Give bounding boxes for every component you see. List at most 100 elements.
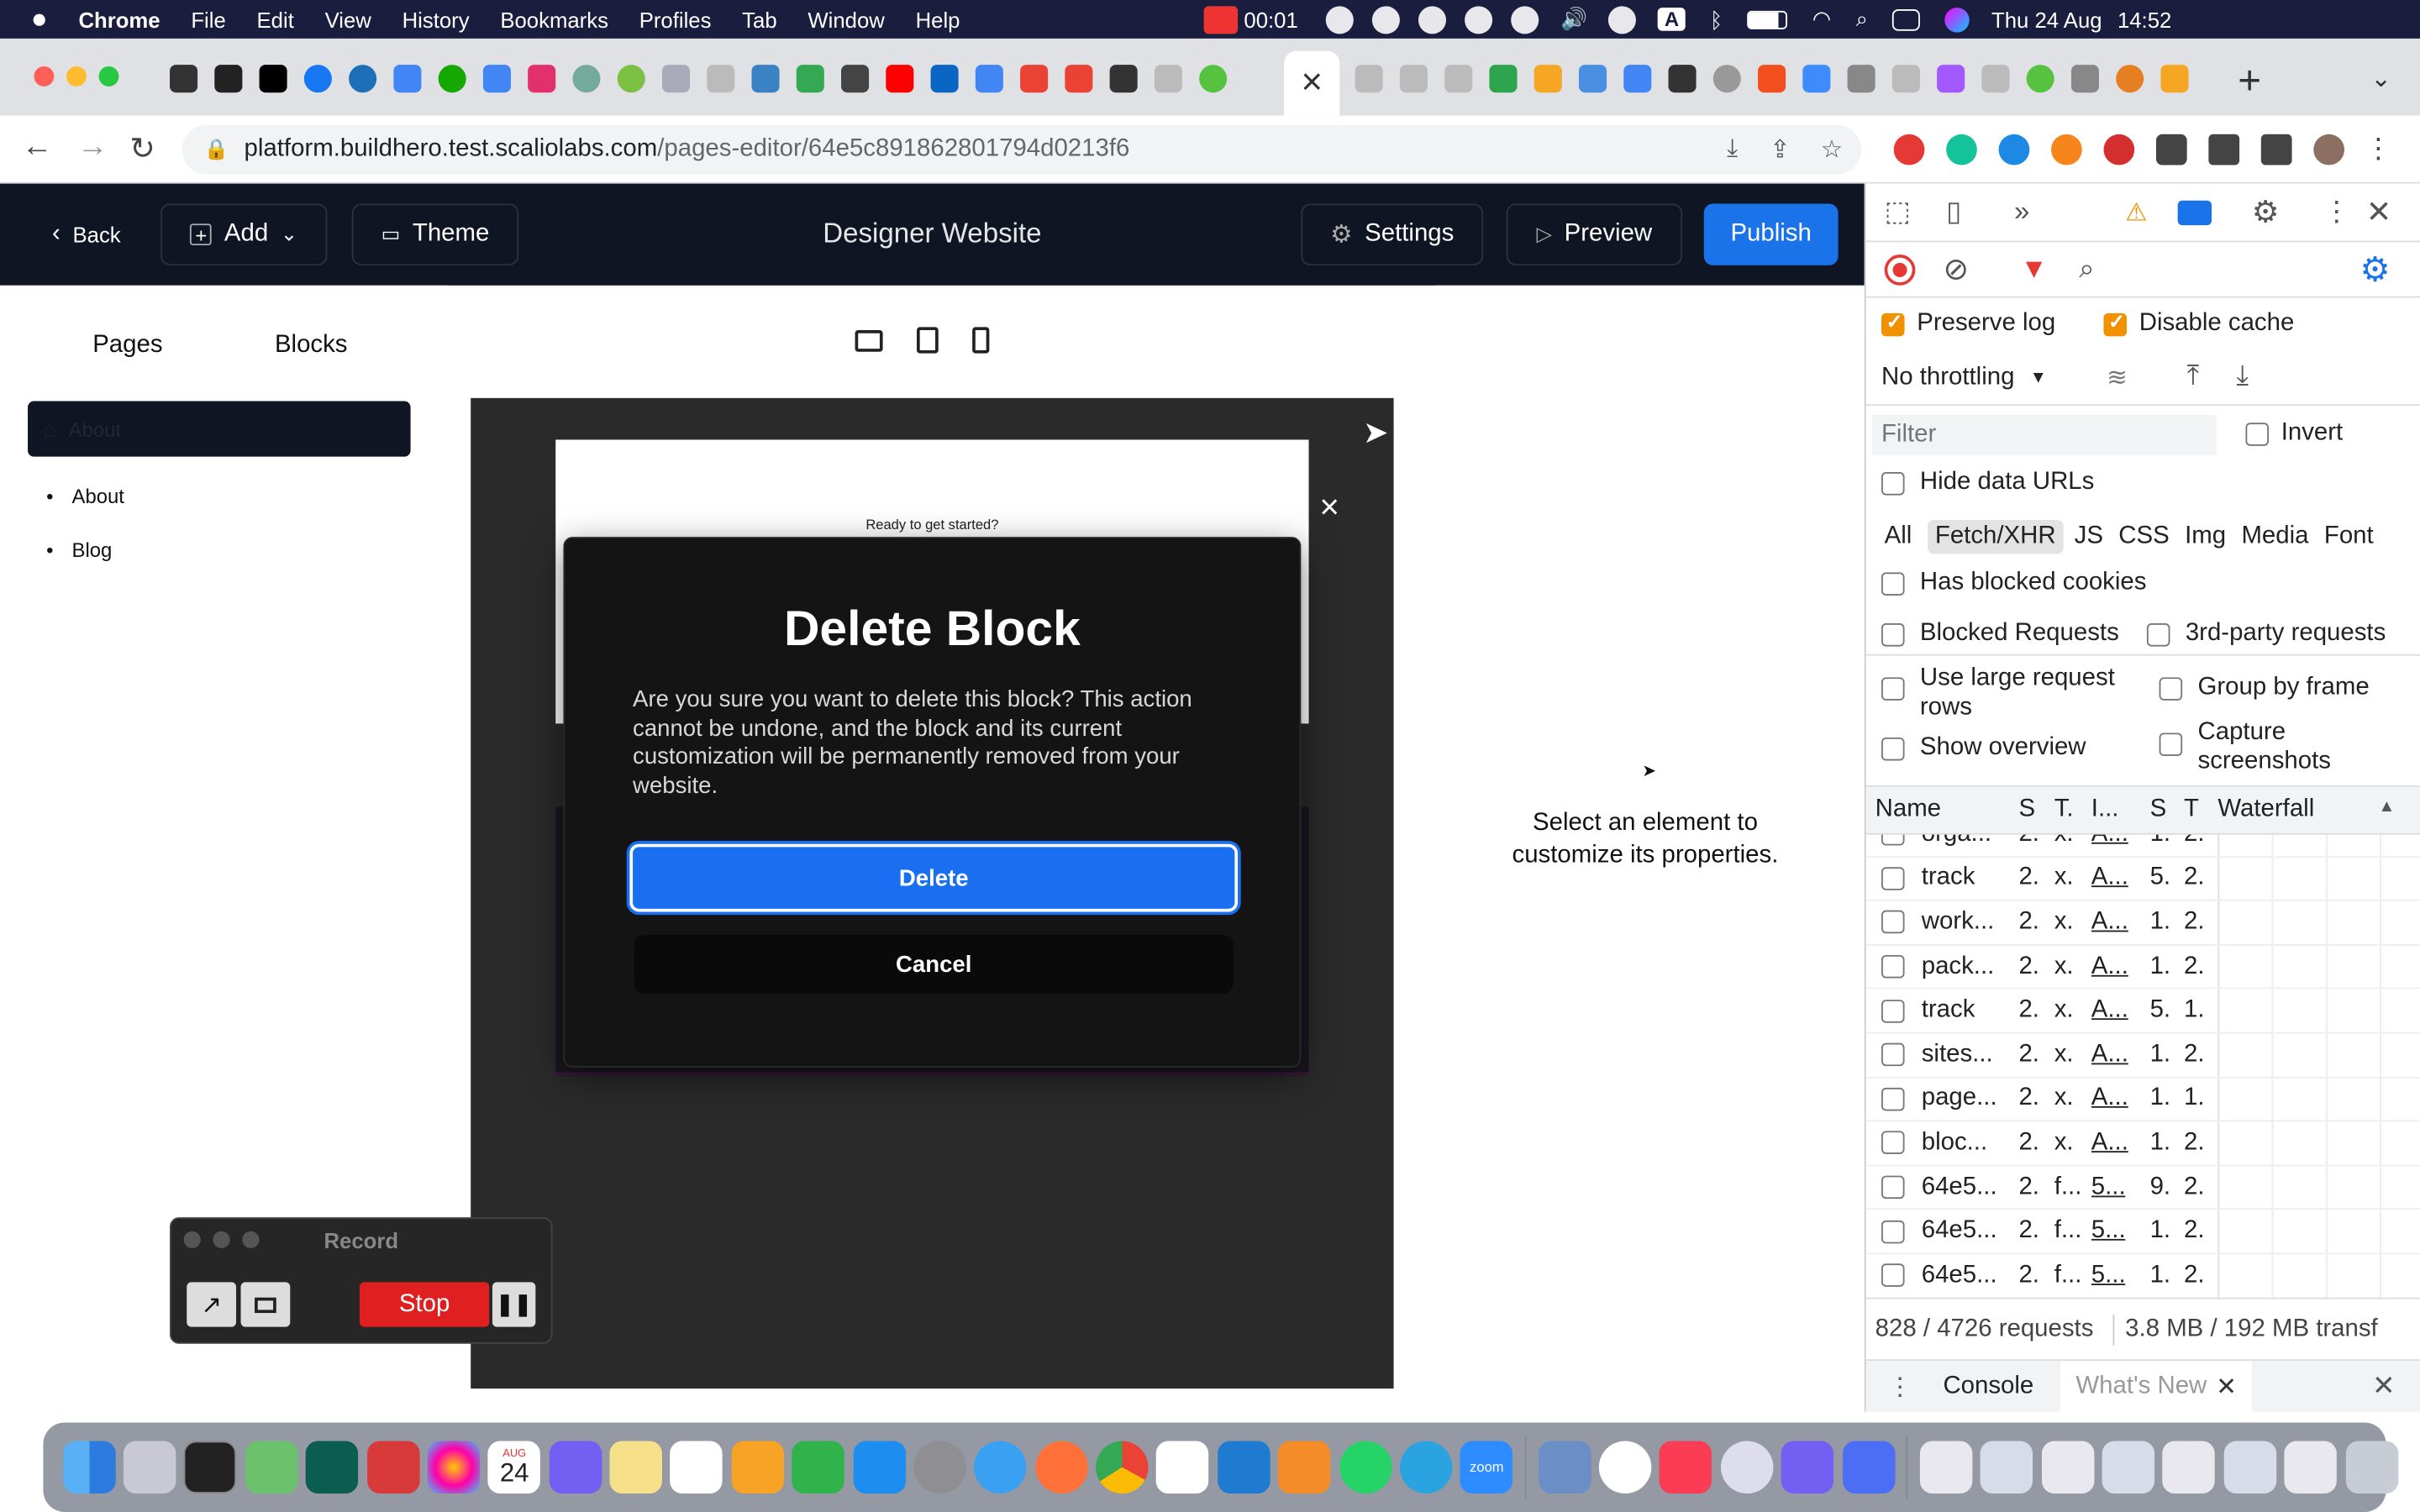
menu-edit[interactable]: Edit — [241, 7, 309, 31]
drawer-tab-close-icon[interactable]: ✕ — [2216, 1372, 2237, 1403]
photos-icon[interactable] — [427, 1441, 481, 1494]
tab-triangle-icon[interactable] — [706, 65, 734, 93]
menu-file[interactable]: File — [176, 7, 241, 31]
trash-icon[interactable] — [2345, 1441, 2398, 1494]
tab-gmail-icon[interactable] — [1019, 65, 1048, 93]
tab-pc-icon[interactable] — [1846, 65, 1875, 93]
row-checkbox[interactable] — [1881, 866, 1905, 890]
share-icon[interactable]: ⇪ — [1770, 134, 1791, 165]
menubar-date[interactable]: Thu 24 Aug — [1991, 7, 2102, 31]
device-toolbar-icon[interactable]: ▯ — [1946, 196, 1961, 228]
tab-figma-icon[interactable] — [1757, 65, 1786, 93]
disable-cache-option[interactable]: Disable cache — [2103, 309, 2294, 338]
slack-icon[interactable] — [1156, 1441, 1209, 1494]
row-checkbox[interactable] — [1881, 911, 1905, 935]
network-row[interactable]: sites... 2. x. A... 1. 2. — [1865, 1033, 2420, 1078]
capture-screenshots-checkbox[interactable] — [2159, 732, 2183, 757]
active-tab[interactable]: × — [1284, 50, 1340, 116]
recent-doc-icon-5[interactable] — [2163, 1441, 2216, 1494]
screen-sharing-icon[interactable] — [1538, 1441, 1591, 1494]
disable-cache-checkbox[interactable] — [2103, 309, 2128, 336]
network-row[interactable]: track 2. x. A... 5. 2. — [1865, 857, 2420, 901]
recent-doc-icon-6[interactable] — [2223, 1441, 2276, 1494]
back-button[interactable]: ‹ Back — [22, 203, 151, 265]
type-filter-fetch-xhr[interactable]: Fetch/XHR — [1927, 519, 2064, 554]
network-row[interactable]: orga... 2. x. A... 1. 2. — [1865, 834, 2420, 858]
col-size[interactable]: S — [2150, 796, 2167, 824]
network-row[interactable]: 64e5... 2. f... 5... 1. 2. — [1865, 1254, 2420, 1298]
publish-button[interactable]: Publish — [1703, 203, 1839, 265]
messages-icon[interactable] — [2177, 199, 2212, 225]
vscode-icon[interactable] — [1217, 1441, 1270, 1494]
export-har-icon[interactable]: ⤓ — [2236, 360, 2249, 392]
address-bar[interactable]: 🔒 platform.buildhero.test.scaliolabs.com… — [182, 124, 1862, 175]
recorder-pause-button[interactable]: ❚❚ — [492, 1282, 536, 1327]
network-row[interactable]: 64e5... 2. f... 5... 1. 2. — [1865, 1210, 2420, 1255]
tab-facebook-icon[interactable] — [302, 65, 331, 93]
finder-icon[interactable] — [62, 1441, 116, 1494]
network-conditions-icon[interactable]: ≋ — [2107, 363, 2128, 394]
telegram-status-icon[interactable] — [1371, 5, 1401, 34]
amera-icon[interactable] — [306, 1441, 359, 1494]
safari-icon[interactable] — [974, 1441, 1028, 1494]
side-panel-icon[interactable] — [2260, 133, 2292, 165]
tab-docs-icon-3[interactable] — [1623, 65, 1651, 93]
menu-help[interactable]: Help — [900, 7, 976, 31]
volume-icon[interactable]: 🔊 — [1560, 6, 1587, 32]
tab-linkedin-icon[interactable] — [929, 65, 958, 93]
battery-bolt-icon[interactable] — [1203, 5, 1239, 34]
tab-d-icon[interactable] — [213, 65, 242, 93]
control-center-icon[interactable] — [1892, 8, 1921, 30]
chrome-icon[interactable] — [1096, 1441, 1149, 1494]
search-icon[interactable]: ⌕ — [2079, 253, 2095, 286]
tab-docs-icon-2[interactable] — [481, 65, 511, 93]
inspect-element-icon[interactable]: ⬚ — [1885, 196, 1911, 228]
bolt-app-icon[interactable] — [1842, 1441, 1895, 1494]
window-close-icon[interactable] — [34, 66, 55, 87]
lock-icon[interactable]: 🔒 — [203, 137, 229, 161]
tab-gmail-icon-2[interactable] — [1064, 65, 1092, 93]
tab-triangle-icon-7[interactable] — [1981, 65, 2009, 93]
tab-pc-icon-2[interactable] — [2070, 65, 2099, 93]
tab-orange-icon-2[interactable] — [2160, 65, 2188, 93]
firefox-icon[interactable] — [1034, 1441, 1088, 1494]
drawer-tab-console[interactable]: Console — [1943, 1373, 2033, 1401]
reload-icon[interactable]: ↻ — [129, 129, 155, 168]
spotlight-icon[interactable]: ⌕ — [1856, 6, 1868, 32]
recent-doc-icon-7[interactable] — [2284, 1441, 2338, 1494]
record-stop-icon[interactable] — [1884, 254, 1916, 285]
battery-icon[interactable] — [1747, 9, 1788, 29]
menu-profiles[interactable]: Profiles — [623, 7, 726, 31]
network-row[interactable]: 64e5... 2. f... 5... 9. 2. — [1865, 1166, 2420, 1210]
col-status[interactable]: S — [2018, 796, 2035, 824]
tab-figma-icon-2[interactable] — [1936, 65, 1965, 93]
more-panels-icon[interactable]: » — [2014, 196, 2029, 228]
tab-chart-icon[interactable] — [661, 65, 690, 93]
blocked-cookies-option[interactable]: Has blocked cookies — [1881, 570, 2146, 597]
col-type[interactable]: T. — [2054, 796, 2074, 824]
tab-ts-icon[interactable] — [348, 65, 376, 93]
extension-red-icon[interactable] — [2103, 133, 2135, 165]
tab-search-icon[interactable]: ⌄ — [2370, 63, 2391, 94]
tab-notion-icon[interactable] — [1108, 65, 1137, 93]
add-button[interactable]: + Add ⌄ — [160, 203, 328, 265]
type-filter-js[interactable]: JS — [2070, 520, 2107, 554]
clear-icon[interactable]: ⊘ — [1943, 250, 1969, 289]
network-row[interactable]: track 2. x. A... 5. 1. — [1865, 990, 2420, 1034]
canvas-close-icon[interactable]: × — [1319, 487, 1339, 528]
third-party-checkbox[interactable] — [2146, 622, 2170, 646]
apple-icon[interactable]: ● — [0, 3, 63, 36]
bookmark-star-icon[interactable]: ☆ — [1821, 134, 1843, 165]
tab-triangle-icon-3[interactable] — [1354, 65, 1382, 93]
cypress-icon[interactable] — [1598, 1441, 1652, 1494]
large-rows-checkbox[interactable] — [1881, 677, 1905, 701]
hide-data-urls-checkbox[interactable] — [1881, 471, 1905, 495]
tab-audio-icon[interactable] — [840, 65, 869, 93]
row-checkbox[interactable] — [1881, 955, 1905, 979]
capture-screenshots-option[interactable]: Capture screenshots — [2159, 717, 2368, 776]
tab-green-icon[interactable] — [616, 65, 644, 93]
tab-arrow-icon[interactable] — [1488, 65, 1517, 93]
menubar-time[interactable]: 14:52 — [2118, 7, 2171, 31]
import-har-icon[interactable]: ⤒ — [2187, 360, 2200, 392]
menu-window[interactable]: Window — [792, 7, 900, 31]
